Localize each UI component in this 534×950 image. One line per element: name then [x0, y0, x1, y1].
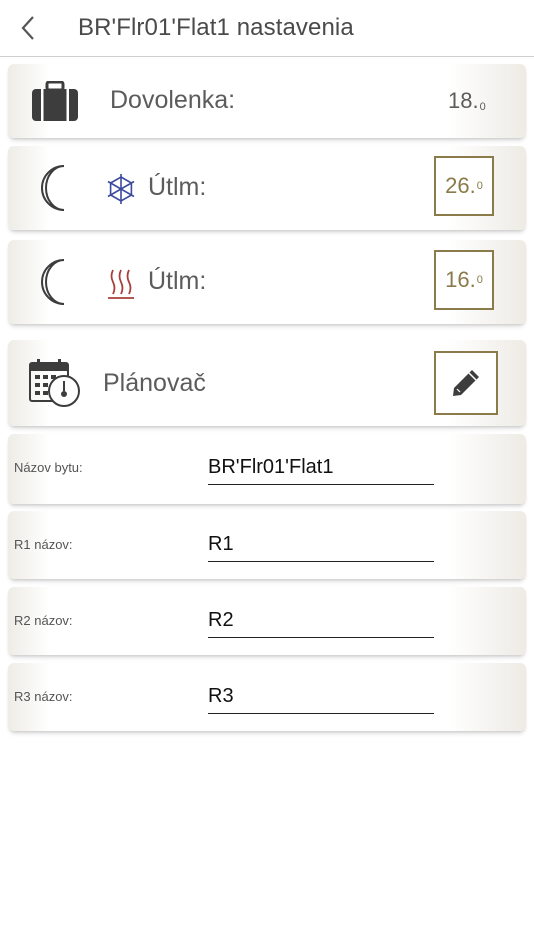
field-row: Názov bytu: BR'Flr01'Flat1 [8, 434, 526, 504]
vacation-value-dec: 0 [479, 101, 486, 113]
r3-name-input[interactable]: R3 [208, 679, 434, 714]
suitcase-icon [28, 80, 82, 124]
snowflake-icon [104, 172, 138, 206]
cooling-value-int: 26. [445, 173, 476, 198]
calendar-clock-icon [28, 358, 82, 408]
moon-icon [34, 162, 74, 214]
heating-setback-card: Útlm: 16. 0 [8, 240, 526, 324]
header-bar: BR'Flr01'Flat1 nastavenia [0, 0, 534, 57]
r3-name-label: R3 názov: [14, 689, 73, 704]
cooling-setback-label: Útlm: [148, 173, 207, 201]
heating-value-int: 16. [445, 267, 476, 292]
r1-name-label: R1 názov: [14, 537, 73, 552]
r2-name-input[interactable]: R2 [208, 603, 434, 638]
vacation-card[interactable]: Dovolenka: 18.0 [8, 64, 526, 138]
cooling-value-dec: 0 [476, 180, 483, 192]
heat-waves-icon [106, 266, 136, 300]
field-row: R3 názov: R3 [8, 663, 526, 731]
vacation-value-int: 18. [448, 88, 479, 113]
back-button[interactable] [14, 14, 42, 42]
scheduler-label: Plánovač [103, 369, 206, 397]
r1-name-input[interactable]: R1 [208, 527, 434, 562]
chevron-left-icon [21, 16, 34, 40]
scheduler-edit-button[interactable] [434, 351, 498, 415]
apartment-name-input[interactable]: BR'Flr01'Flat1 [208, 450, 434, 485]
page-title: BR'Flr01'Flat1 nastavenia [78, 14, 354, 41]
cooling-setback-card: Útlm: 26. 0 [8, 146, 526, 230]
heating-setback-label: Útlm: [148, 267, 207, 295]
moon-icon [34, 256, 74, 308]
vacation-temperature-value[interactable]: 18.0 [448, 88, 486, 114]
apartment-name-label: Názov bytu: [14, 460, 83, 475]
cooling-setback-value-button[interactable]: 26. 0 [434, 156, 494, 216]
r2-name-label: R2 názov: [14, 613, 73, 628]
scheduler-card[interactable]: Plánovač [8, 340, 526, 426]
field-row: R1 názov: R1 [8, 511, 526, 579]
heating-value-dec: 0 [476, 274, 483, 286]
vacation-label: Dovolenka: [110, 86, 236, 114]
field-row: R2 názov: R2 [8, 587, 526, 655]
heating-setback-value-button[interactable]: 16. 0 [434, 250, 494, 310]
pencil-icon [453, 370, 479, 396]
